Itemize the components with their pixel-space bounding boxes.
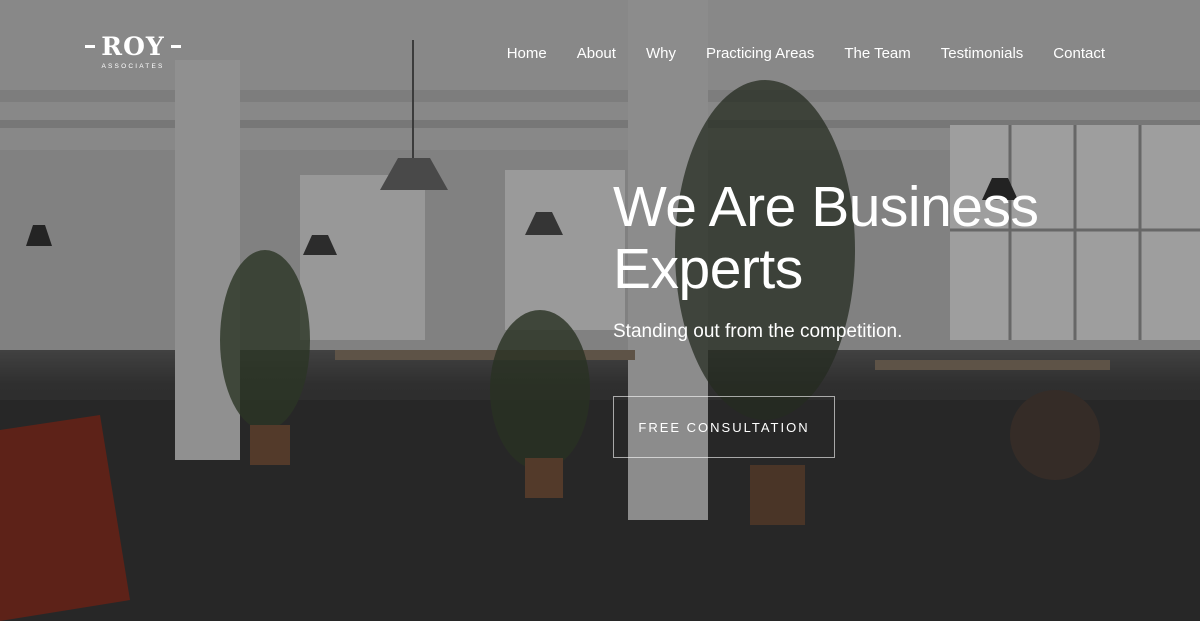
logo-dash-right: [170, 45, 181, 48]
nav-link-the-team[interactable]: The Team: [829, 44, 925, 64]
nav-link-why[interactable]: Why: [631, 44, 691, 64]
logo-name: ROY: [101, 32, 165, 61]
hero-subtitle: Standing out from the competition.: [613, 321, 903, 342]
nav-link-practicing-areas[interactable]: Practicing Areas: [691, 44, 829, 64]
nav-link-testimonials[interactable]: Testimonials: [926, 44, 1039, 64]
site-header: ROY ASSOCIATES Home About Why Practicing…: [0, 0, 1200, 110]
brand-logo[interactable]: ROY ASSOCIATES: [78, 32, 188, 71]
logo-tagline: ASSOCIATES: [101, 63, 165, 70]
logo-dash-left: [85, 45, 96, 48]
hero-content: We Are Business Experts Standing out fro…: [613, 176, 1173, 344]
nav-link-about[interactable]: About: [562, 44, 631, 64]
logo-wordmark: ROY: [78, 32, 188, 62]
nav-link-home[interactable]: Home: [492, 44, 562, 64]
nav-link-contact[interactable]: Contact: [1038, 44, 1105, 64]
hero-title: We Are Business Experts: [613, 175, 1039, 301]
main-nav: Home About Why Practicing Areas The Team…: [492, 44, 1105, 64]
free-consultation-button[interactable]: FREE CONSULTATION: [613, 396, 835, 458]
